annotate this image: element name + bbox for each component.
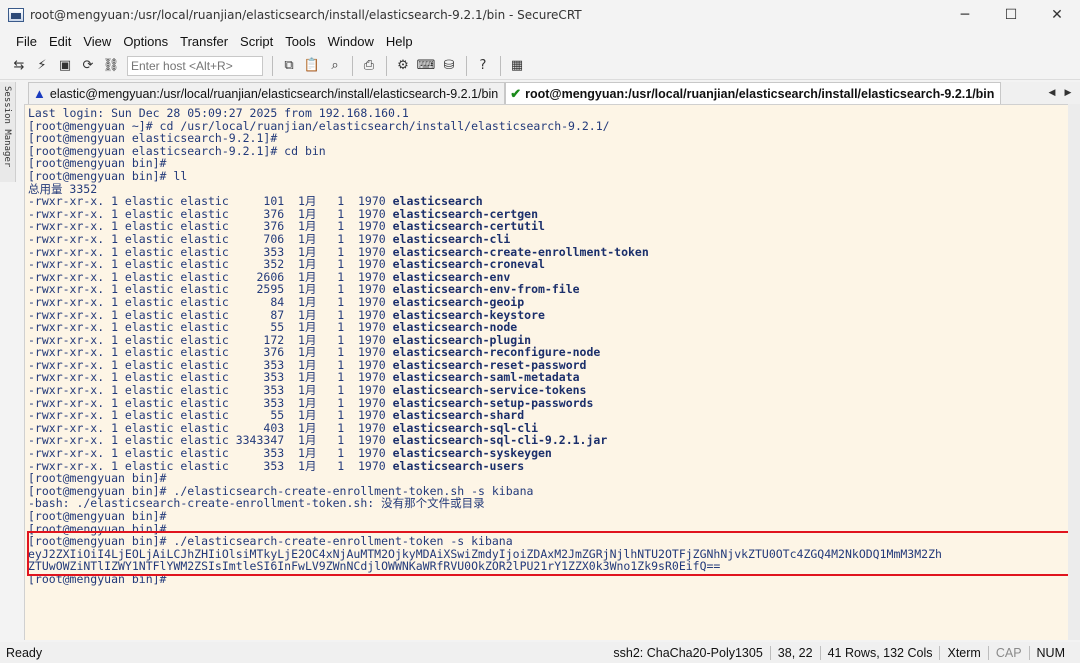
connect-icon[interactable]: ⇆	[8, 55, 30, 77]
terminal-area[interactable]: Last login: Sun Dec 28 05:09:27 2025 fro…	[24, 104, 1080, 640]
window-title: root@mengyuan:/usr/local/ruanjian/elasti…	[30, 8, 582, 22]
toolbar-separator	[500, 55, 501, 76]
help-icon[interactable]: ?	[472, 55, 494, 77]
close-button[interactable]: ✕	[1034, 0, 1080, 30]
sftp-icon[interactable]: ⛁	[438, 55, 460, 77]
menu-bar: File Edit View Options Transfer Script T…	[0, 30, 1080, 52]
print-icon[interactable]: ⎙	[358, 55, 380, 77]
tab-root-session[interactable]: ✔ root@mengyuan:/usr/local/ruanjian/elas…	[505, 82, 1002, 104]
status-size: 41 Rows, 132 Cols	[819, 645, 940, 660]
title-bar: root@mengyuan:/usr/local/ruanjian/elasti…	[0, 0, 1080, 30]
tab-label: root@mengyuan:/usr/local/ruanjian/elasti…	[525, 86, 995, 101]
status-fields: ssh2: ChaCha20-Poly1305 38, 22 41 Rows, …	[606, 645, 1072, 660]
toolbar-separator	[272, 55, 273, 76]
terminal-filename: elasticsearch-users	[392, 458, 525, 473]
paste-icon[interactable]: 📋	[301, 55, 323, 77]
tab-label: elastic@mengyuan:/usr/local/ruanjian/ela…	[49, 86, 499, 101]
toolbar-separator	[352, 55, 353, 76]
checkmark-icon: ✔	[510, 85, 522, 101]
enter-host-input[interactable]	[127, 55, 263, 76]
status-ready: Ready	[6, 645, 43, 660]
tab-next-icon[interactable]: ▶	[1060, 88, 1076, 98]
status-num: NUM	[1028, 645, 1072, 660]
tab-elastic-session[interactable]: ▲ elastic@mengyuan:/usr/local/ruanjian/e…	[28, 82, 506, 104]
menu-edit[interactable]: Edit	[43, 34, 77, 49]
token-highlight-box	[27, 531, 1073, 576]
menu-window[interactable]: Window	[322, 34, 380, 49]
toolbar-separator	[466, 55, 467, 76]
menu-transfer[interactable]: Transfer	[174, 34, 234, 49]
menu-options[interactable]: Options	[117, 34, 174, 49]
menu-file[interactable]: File	[10, 34, 43, 49]
maximize-button[interactable]: ☐	[988, 0, 1034, 30]
find-icon[interactable]: ⌕	[324, 55, 346, 77]
tab-navigation: ◀ ▶	[1044, 82, 1076, 104]
terminal-output: Last login: Sun Dec 28 05:09:27 2025 fro…	[28, 107, 942, 586]
status-bar: Ready ssh2: ChaCha20-Poly1305 38, 22 41 …	[0, 642, 1080, 663]
tab-prev-icon[interactable]: ◀	[1044, 88, 1060, 98]
status-cipher: ssh2: ChaCha20-Poly1305	[613, 645, 763, 660]
session-manager-tab[interactable]: Session Manager	[0, 82, 16, 182]
menu-tools[interactable]: Tools	[279, 34, 321, 49]
minimize-button[interactable]: ─	[942, 0, 988, 30]
terminal-line: [root@mengyuan bin]# ll	[28, 170, 942, 183]
quick-connect-icon[interactable]: ⚡	[31, 55, 53, 77]
settings-icon[interactable]: ⚙	[392, 55, 414, 77]
menu-help[interactable]: Help	[380, 34, 419, 49]
toolbar: ⇆ ⚡ ▣ ⟳ ⛓ ⧉ 📋 ⌕ ⎙ ⚙ ⌨ ⛁ ? ▦	[0, 52, 1080, 80]
status-emulation: Xterm	[939, 645, 987, 660]
window-controls: ─ ☐ ✕	[942, 0, 1080, 30]
copy-icon[interactable]: ⧉	[278, 55, 300, 77]
keymap-icon[interactable]: ⌨	[415, 55, 437, 77]
reconnect-icon[interactable]: ⟳	[77, 55, 99, 77]
session-manager-label: Session Manager	[2, 86, 12, 168]
screenshot-icon[interactable]: ▦	[506, 55, 528, 77]
disconnect-icon[interactable]: ⛓	[100, 55, 122, 77]
securecrt-app-icon	[8, 8, 24, 22]
toolbar-separator	[386, 55, 387, 76]
session-tabs: ▲ elastic@mengyuan:/usr/local/ruanjian/e…	[28, 82, 1080, 104]
status-cursor: 38, 22	[769, 645, 820, 660]
status-caps: CAP	[987, 645, 1029, 660]
menu-view[interactable]: View	[77, 34, 117, 49]
terminal-icon[interactable]: ▣	[54, 55, 76, 77]
terminal-scrollbar[interactable]	[1068, 104, 1080, 640]
warning-icon: ▲	[33, 86, 46, 101]
menu-script[interactable]: Script	[234, 34, 279, 49]
